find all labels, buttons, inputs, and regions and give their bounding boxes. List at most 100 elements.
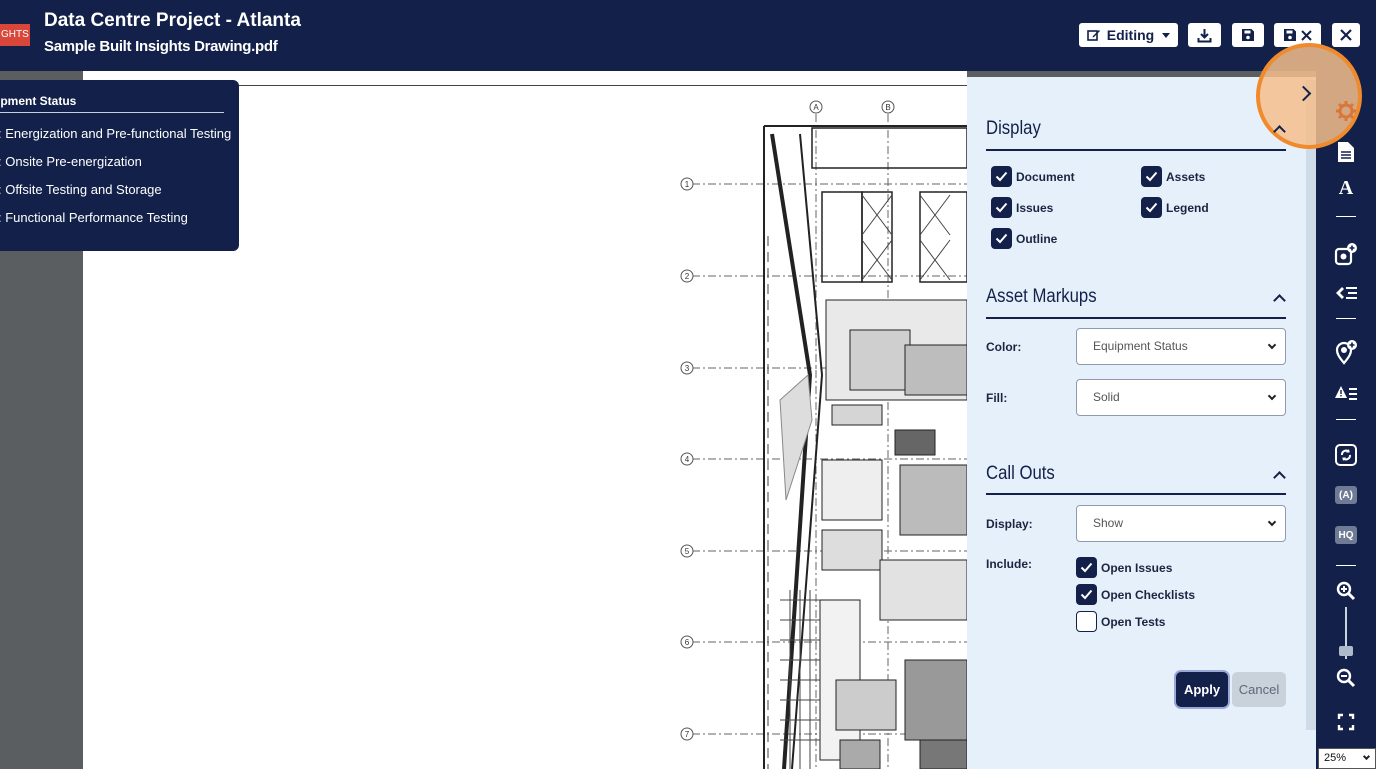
add-location-button[interactable] — [1333, 339, 1359, 365]
zoom-level-value: 25% — [1324, 752, 1347, 764]
fullscreen-button[interactable] — [1333, 709, 1359, 735]
drawing-filename: Sample Built Insights Drawing.pdf — [44, 38, 278, 55]
display-section-title: Display — [986, 118, 1041, 139]
save-icon — [1283, 28, 1297, 42]
zoom-out-button[interactable] — [1333, 665, 1359, 691]
warning-list-icon — [1335, 386, 1357, 400]
project-title: Data Centre Project - Atlanta — [44, 10, 301, 31]
download-button[interactable] — [1188, 23, 1221, 47]
checkmark-icon — [995, 233, 1008, 244]
close-button[interactable] — [1332, 23, 1360, 47]
fullscreen-icon — [1337, 713, 1355, 731]
fill-select-value: Solid — [1093, 390, 1120, 404]
legend-divider — [0, 112, 224, 113]
asset-markups-section-title: Asset Markups — [986, 286, 1097, 307]
open-tests-checkbox[interactable] — [1076, 611, 1097, 632]
toolbar-divider — [1336, 419, 1356, 420]
chevron-down-icon — [1162, 32, 1171, 38]
grid-row-label: 4 — [685, 455, 690, 464]
click-highlight — [1256, 43, 1362, 149]
editing-mode-dropdown[interactable]: Editing — [1079, 23, 1178, 47]
checkmark-icon — [1080, 562, 1093, 573]
checkmark-icon — [995, 202, 1008, 213]
checkmark-icon — [995, 171, 1008, 182]
legend-item: : Onsite Pre-energization — [0, 154, 142, 169]
open-issues-label: Open Issues — [1101, 561, 1173, 575]
open-issues-checkbox[interactable] — [1076, 557, 1097, 578]
document-checkbox-label: Document — [1016, 170, 1075, 184]
save-icon — [1241, 28, 1255, 42]
color-select-value: Equipment Status — [1093, 339, 1188, 353]
zoom-out-icon — [1336, 668, 1356, 688]
zoom-slider-thumb[interactable] — [1339, 646, 1353, 656]
issues-list-button[interactable] — [1333, 381, 1359, 407]
refresh-icon — [1335, 444, 1357, 466]
legend-item: : Energization and Pre-functional Testin… — [0, 126, 232, 141]
section-divider — [986, 493, 1286, 495]
call-outs-section-title: Call Outs — [986, 463, 1055, 484]
chevron-down-icon — [1267, 340, 1277, 350]
zoom-in-icon — [1336, 581, 1356, 601]
chevron-down-icon — [1267, 391, 1277, 401]
panel-scrollbar[interactable] — [1306, 80, 1316, 730]
open-checklists-label: Open Checklists — [1101, 588, 1196, 602]
outline-checkbox-label: Outline — [1016, 232, 1058, 246]
grid-column-label: B — [885, 103, 890, 112]
chevron-down-icon — [1362, 752, 1371, 761]
refresh-button[interactable] — [1333, 442, 1359, 468]
issues-checkbox[interactable] — [991, 197, 1012, 218]
color-select[interactable]: Equipment Status — [1076, 328, 1286, 365]
text-icon: A — [1338, 176, 1354, 199]
apply-button[interactable]: Apply — [1176, 672, 1228, 707]
grid-row-label: 6 — [685, 638, 690, 647]
zoom-in-button[interactable] — [1333, 578, 1359, 604]
callout-display-select[interactable]: Show — [1076, 505, 1286, 542]
grid-row-label: 2 — [685, 272, 690, 281]
document-icon — [1338, 142, 1354, 162]
zoom-level-select[interactable]: 25% — [1318, 748, 1376, 769]
legend-item: : Functional Performance Testing — [0, 210, 188, 225]
open-tests-label: Open Tests — [1101, 615, 1166, 629]
fill-label: Fill: — [986, 391, 1008, 405]
text-button[interactable]: A — [1333, 175, 1359, 201]
fill-select[interactable]: Solid — [1076, 379, 1286, 416]
toolbar-divider — [1336, 565, 1356, 566]
document-button[interactable] — [1333, 139, 1359, 165]
grid-row-label: 3 — [685, 364, 690, 373]
grid-row-label: 1 — [685, 180, 690, 189]
checkmark-icon — [1145, 171, 1158, 182]
callout-display-label: Display: — [986, 517, 1033, 531]
toolbar-divider — [1336, 216, 1356, 217]
auto-label-toggle[interactable]: (A) — [1335, 486, 1357, 504]
hq-toggle[interactable]: HQ — [1335, 526, 1357, 544]
issues-checkbox-label: Issues — [1016, 201, 1054, 215]
outline-checkbox[interactable] — [991, 228, 1012, 249]
assets-checkbox-label: Assets — [1166, 170, 1206, 184]
asset-list-button[interactable] — [1333, 280, 1359, 306]
section-divider — [986, 317, 1286, 319]
close-icon — [1301, 29, 1312, 41]
brand-badge: GHTS — [0, 24, 30, 46]
toolbar-divider — [1336, 318, 1356, 319]
editing-mode-label: Editing — [1106, 27, 1155, 43]
cancel-button[interactable]: Cancel — [1232, 672, 1286, 707]
document-checkbox[interactable] — [991, 166, 1012, 187]
legend-title: ipment Status — [0, 94, 77, 108]
chevron-down-icon — [1267, 517, 1277, 527]
legend-item: : Offsite Testing and Storage — [0, 182, 162, 197]
add-asset-button[interactable] — [1333, 241, 1359, 267]
grid-row-label: 7 — [685, 730, 690, 739]
section-divider — [986, 149, 1286, 151]
asset-list-icon — [1336, 287, 1357, 299]
legend-checkbox[interactable] — [1141, 197, 1162, 218]
open-checklists-checkbox[interactable] — [1076, 584, 1097, 605]
assets-checkbox[interactable] — [1141, 166, 1162, 187]
include-label: Include: — [986, 557, 1033, 571]
save-button[interactable] — [1232, 23, 1264, 47]
download-icon — [1197, 28, 1212, 43]
edit-icon — [1086, 28, 1101, 42]
checkmark-icon — [1145, 202, 1158, 213]
legend-checkbox-label: Legend — [1166, 201, 1209, 215]
checkmark-icon — [1080, 589, 1093, 600]
grid-row-label: 5 — [685, 547, 690, 556]
